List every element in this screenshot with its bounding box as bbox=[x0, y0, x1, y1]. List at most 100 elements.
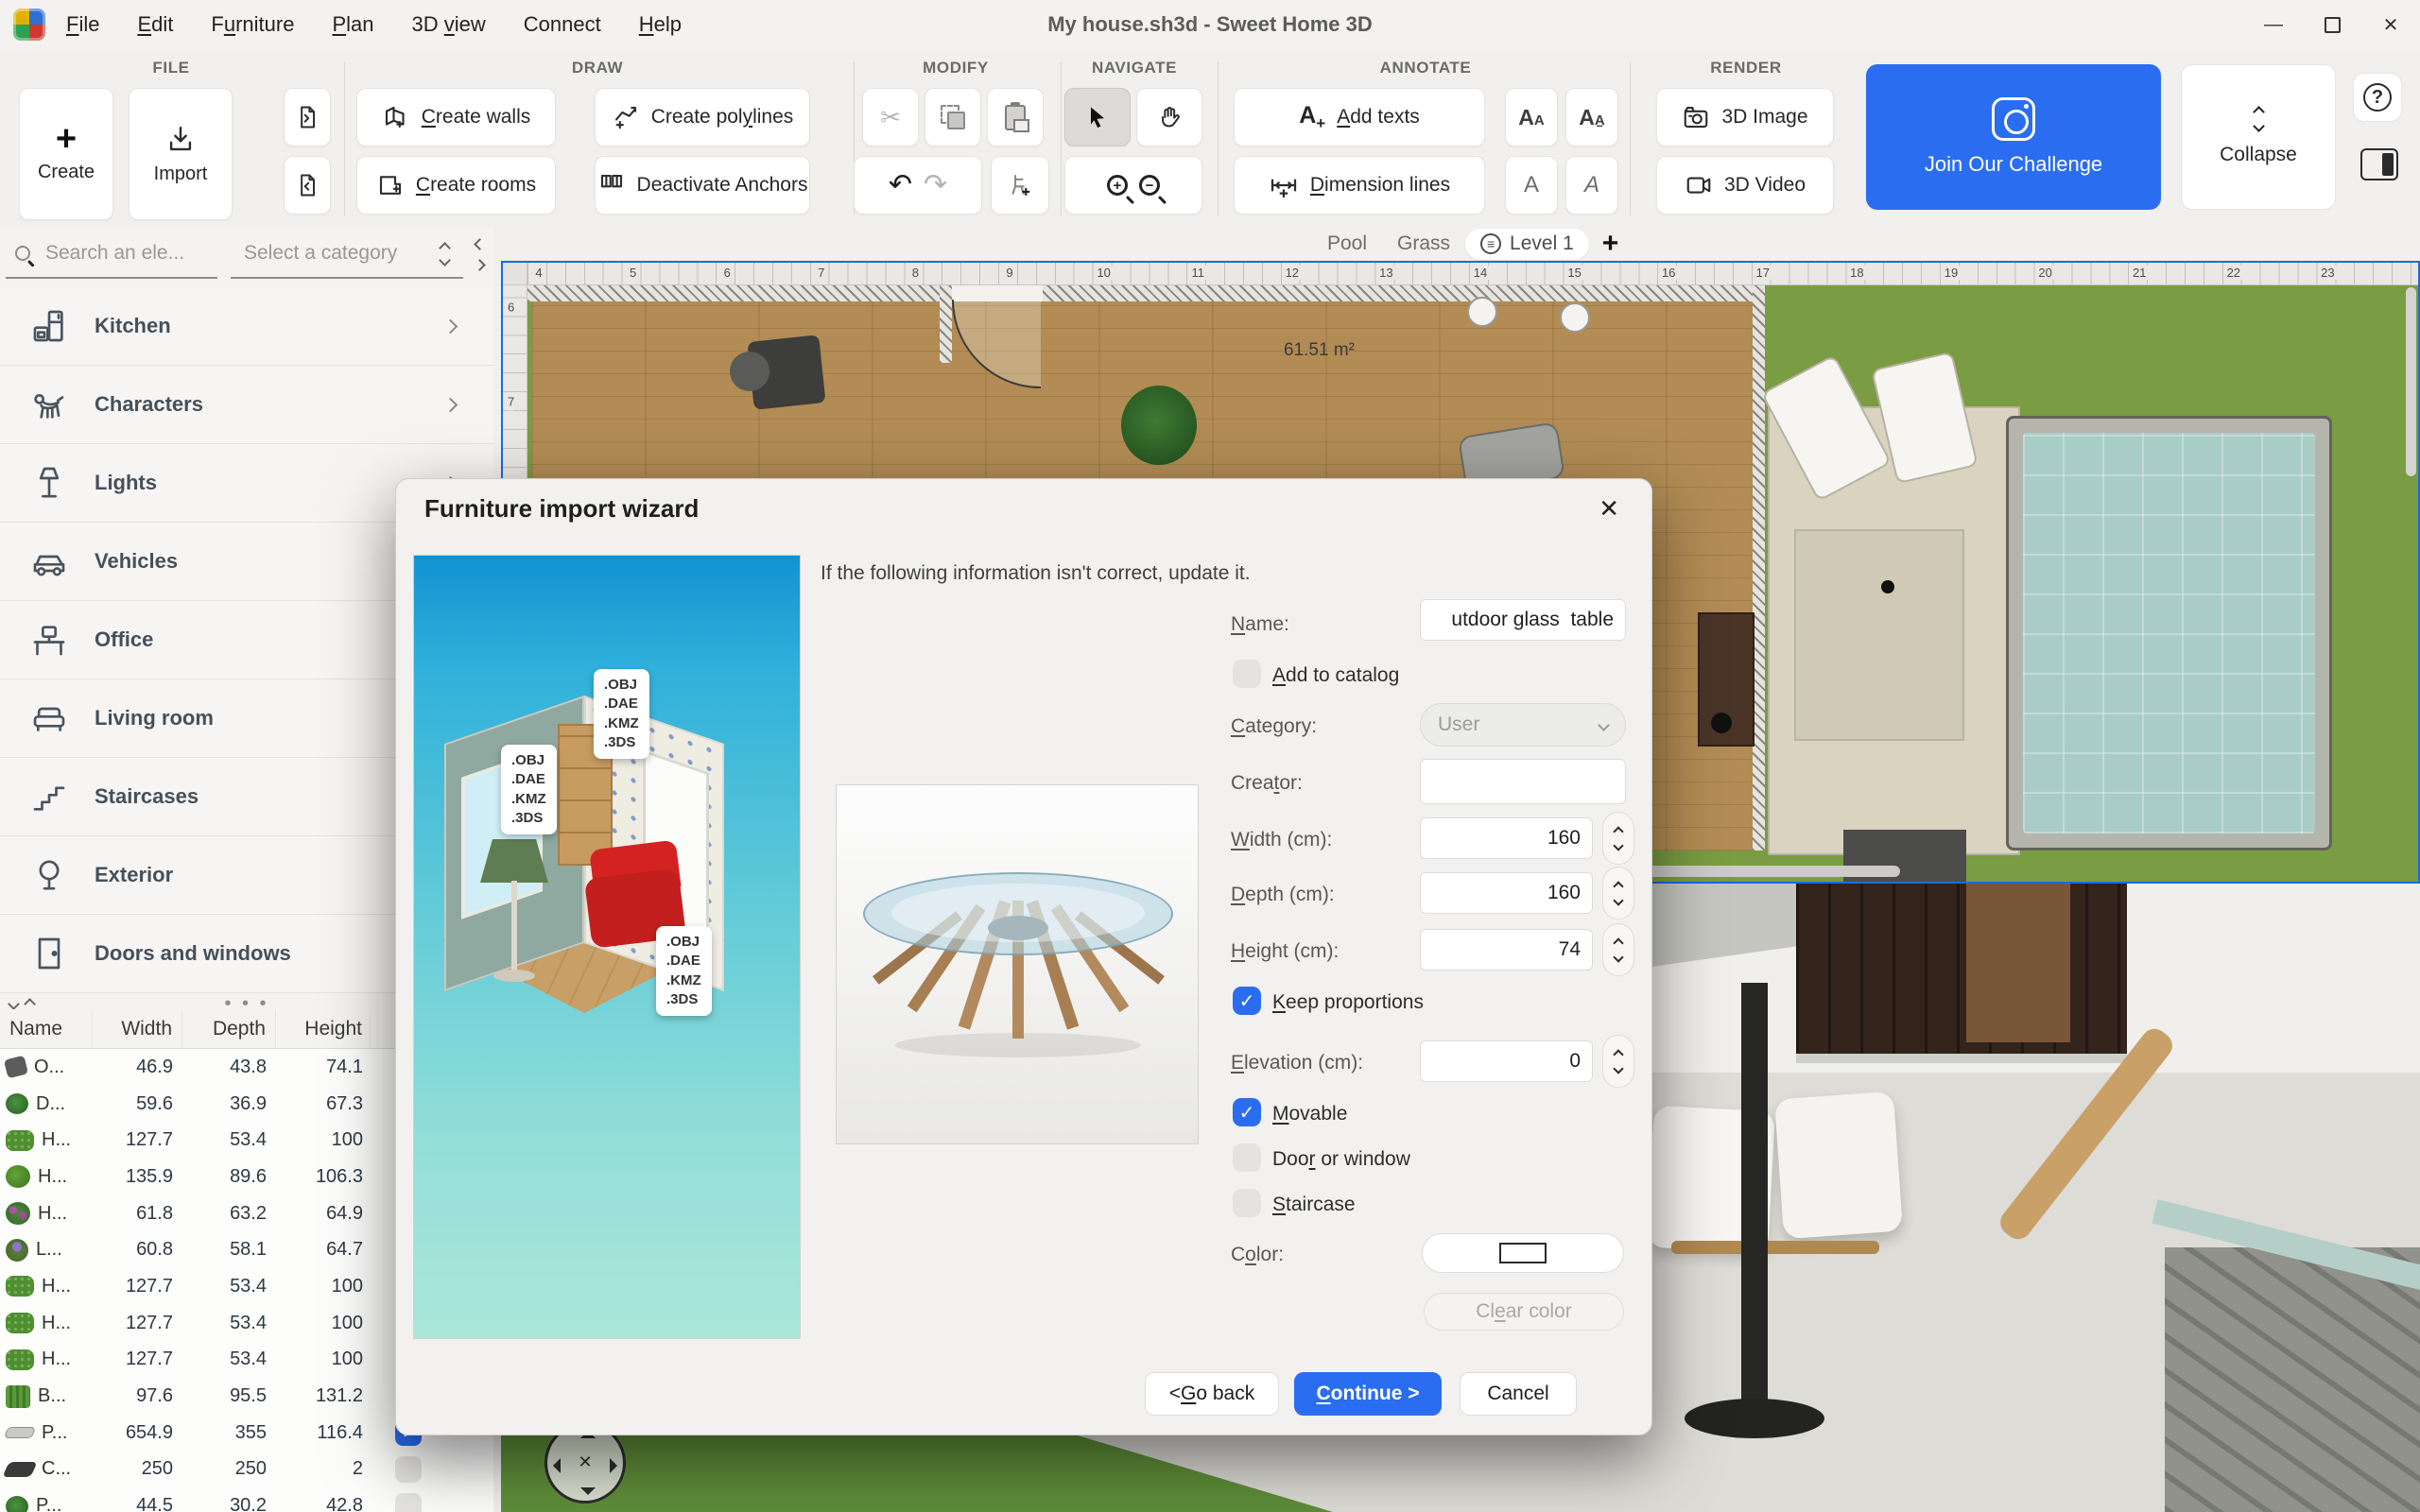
clear-color-button[interactable]: Clear color bbox=[1424, 1293, 1624, 1331]
collapse-button[interactable]: Collapse bbox=[2181, 64, 2336, 210]
menu-edit[interactable]: Edit bbox=[137, 12, 173, 37]
import-button[interactable]: Import bbox=[129, 88, 233, 220]
bold-button[interactable]: A bbox=[1505, 156, 1558, 215]
menu-help[interactable]: Help bbox=[639, 12, 682, 37]
deactivate-anchors-button[interactable]: Deactivate Anchors bbox=[595, 156, 810, 215]
cancel-button[interactable]: Cancel bbox=[1460, 1372, 1577, 1416]
elevation-field[interactable]: 0 bbox=[1420, 1040, 1593, 1082]
tab-pool[interactable]: Pool bbox=[1327, 232, 1367, 255]
create-polylines-button[interactable]: Create polylines bbox=[595, 88, 810, 146]
column-header-width[interactable]: Width bbox=[93, 1009, 182, 1048]
movable-checkbox[interactable]: ✓ bbox=[1233, 1098, 1261, 1126]
model-preview[interactable] bbox=[836, 784, 1199, 1144]
menu-plan[interactable]: Plan bbox=[332, 12, 373, 37]
undo-redo-group[interactable]: ↶ ↷ bbox=[854, 156, 982, 215]
italic-button[interactable]: A bbox=[1565, 156, 1618, 215]
category-filter-select[interactable]: Select a category bbox=[244, 242, 397, 265]
add-texts-button[interactable]: A+ Add texts bbox=[1234, 88, 1485, 146]
table-row[interactable]: C...2502502 bbox=[0, 1452, 493, 1488]
column-header-depth[interactable]: Depth bbox=[182, 1009, 276, 1048]
help-button[interactable]: ? bbox=[2353, 73, 2402, 122]
compass-left-arrow[interactable] bbox=[553, 1458, 561, 1473]
menu-connect[interactable]: Connect bbox=[524, 12, 601, 37]
minimize-button[interactable]: — bbox=[2244, 0, 2303, 49]
row-checkbox[interactable] bbox=[395, 1456, 422, 1483]
pan-tool-button[interactable] bbox=[1136, 88, 1202, 146]
elevation-stepper[interactable] bbox=[1602, 1035, 1634, 1088]
redo-icon[interactable]: ↷ bbox=[924, 171, 947, 199]
close-button[interactable]: ✕ bbox=[2361, 0, 2420, 49]
depth-field[interactable]: 160 bbox=[1420, 872, 1593, 914]
section-label-render: RENDER bbox=[1710, 59, 1781, 77]
depth-stepper[interactable] bbox=[1602, 867, 1634, 919]
width-stepper[interactable] bbox=[1602, 812, 1634, 865]
menu-furniture[interactable]: Furniture bbox=[211, 12, 294, 37]
row-checkbox[interactable] bbox=[395, 1493, 422, 1512]
undo-icon[interactable]: ↶ bbox=[889, 171, 912, 199]
column-header-name[interactable]: Name bbox=[0, 1009, 93, 1048]
add-furniture-button[interactable] bbox=[991, 156, 1049, 215]
zoom-out-icon[interactable]: − bbox=[1139, 175, 1160, 196]
wood-wall-3d bbox=[1796, 884, 2127, 1056]
create-walls-button[interactable]: Create walls bbox=[356, 88, 556, 146]
zoom-in-icon[interactable]: + bbox=[1107, 175, 1128, 196]
tab-level-1[interactable]: ≡ Level 1 bbox=[1465, 229, 1589, 260]
menu-3d-view[interactable]: 3D view bbox=[412, 12, 486, 37]
paste-button[interactable] bbox=[987, 88, 1044, 146]
plan-vertical-scrollbar[interactable] bbox=[2406, 287, 2416, 476]
3d-image-button[interactable]: 3D Image bbox=[1656, 88, 1834, 146]
select-tool-button[interactable] bbox=[1064, 88, 1131, 146]
color-picker-button[interactable] bbox=[1422, 1233, 1624, 1273]
format-tag: .OBJ.DAE .KMZ.3DS bbox=[656, 926, 712, 1016]
tree-icon bbox=[28, 854, 70, 896]
copy-button[interactable] bbox=[925, 88, 981, 146]
sidebar-item-kitchen[interactable]: Kitchen bbox=[0, 287, 493, 366]
height-field[interactable]: 74 bbox=[1420, 929, 1593, 971]
keep-proportions-checkbox[interactable]: ✓ bbox=[1233, 987, 1261, 1015]
side-panel-toggle[interactable] bbox=[2360, 148, 2398, 180]
dialog-close-button[interactable]: ✕ bbox=[1599, 494, 1619, 524]
create-button[interactable]: + Create bbox=[19, 88, 113, 220]
3d-video-button[interactable]: 3D Video bbox=[1656, 156, 1834, 215]
creator-field[interactable] bbox=[1420, 759, 1626, 804]
table-row[interactable]: P...44.530.242.8 bbox=[0, 1487, 493, 1512]
staircase-checkbox[interactable] bbox=[1233, 1189, 1261, 1217]
horizontal-ruler: 4567891011121314151617181920212223 bbox=[527, 263, 2418, 285]
join-our-challenge-button[interactable]: Join Our Challenge bbox=[1866, 64, 2161, 210]
collapse-panel-icon[interactable] bbox=[474, 238, 486, 250]
lamp-post-3d bbox=[1741, 983, 1768, 1418]
menu-file[interactable]: File bbox=[66, 12, 99, 37]
scissors-icon: ✂ bbox=[880, 105, 901, 129]
format-tag: .OBJ.DAE .KMZ.3DS bbox=[594, 669, 649, 759]
zoom-group: + − bbox=[1064, 156, 1202, 215]
add-to-catalog-checkbox[interactable] bbox=[1233, 660, 1261, 688]
sidebar-item-characters[interactable]: Characters bbox=[0, 366, 493, 444]
search-input[interactable]: Search an ele... bbox=[45, 242, 184, 265]
create-rooms-button[interactable]: Create rooms bbox=[356, 156, 556, 215]
export-sh3f-button[interactable] bbox=[284, 156, 331, 215]
column-header-height[interactable]: Height bbox=[276, 1009, 371, 1048]
increase-text-size-button[interactable]: AA bbox=[1505, 88, 1558, 146]
dimension-lines-button[interactable]: Dimension lines bbox=[1234, 156, 1485, 215]
app-icon bbox=[13, 9, 45, 41]
ruler-number: 7 bbox=[508, 393, 514, 411]
height-stepper[interactable] bbox=[1602, 923, 1634, 976]
name-field[interactable]: utdoor glass table bbox=[1420, 599, 1626, 641]
tab-grass[interactable]: Grass bbox=[1397, 232, 1450, 255]
go-back-button[interactable]: < Go back bbox=[1145, 1372, 1279, 1416]
compass-down-arrow[interactable] bbox=[580, 1487, 596, 1495]
decrease-text-size-button[interactable]: AA̠ bbox=[1565, 88, 1618, 146]
ruler-number: 10 bbox=[1094, 266, 1113, 280]
width-field[interactable]: 160 bbox=[1420, 817, 1593, 859]
expand-panel-icon[interactable] bbox=[474, 259, 486, 271]
add-level-button[interactable]: + bbox=[1602, 228, 1619, 260]
speaker bbox=[1711, 713, 1732, 733]
chair-icon bbox=[4, 1056, 28, 1079]
door-or-window-checkbox[interactable] bbox=[1233, 1143, 1261, 1172]
compass-right-arrow[interactable] bbox=[610, 1458, 617, 1473]
import-sh3f-button[interactable] bbox=[284, 88, 331, 146]
maximize-button[interactable] bbox=[2303, 0, 2361, 49]
cut-button[interactable]: ✂ bbox=[862, 88, 919, 146]
category-select[interactable]: User bbox=[1420, 703, 1626, 747]
continue-button[interactable]: Continue > bbox=[1294, 1372, 1442, 1416]
